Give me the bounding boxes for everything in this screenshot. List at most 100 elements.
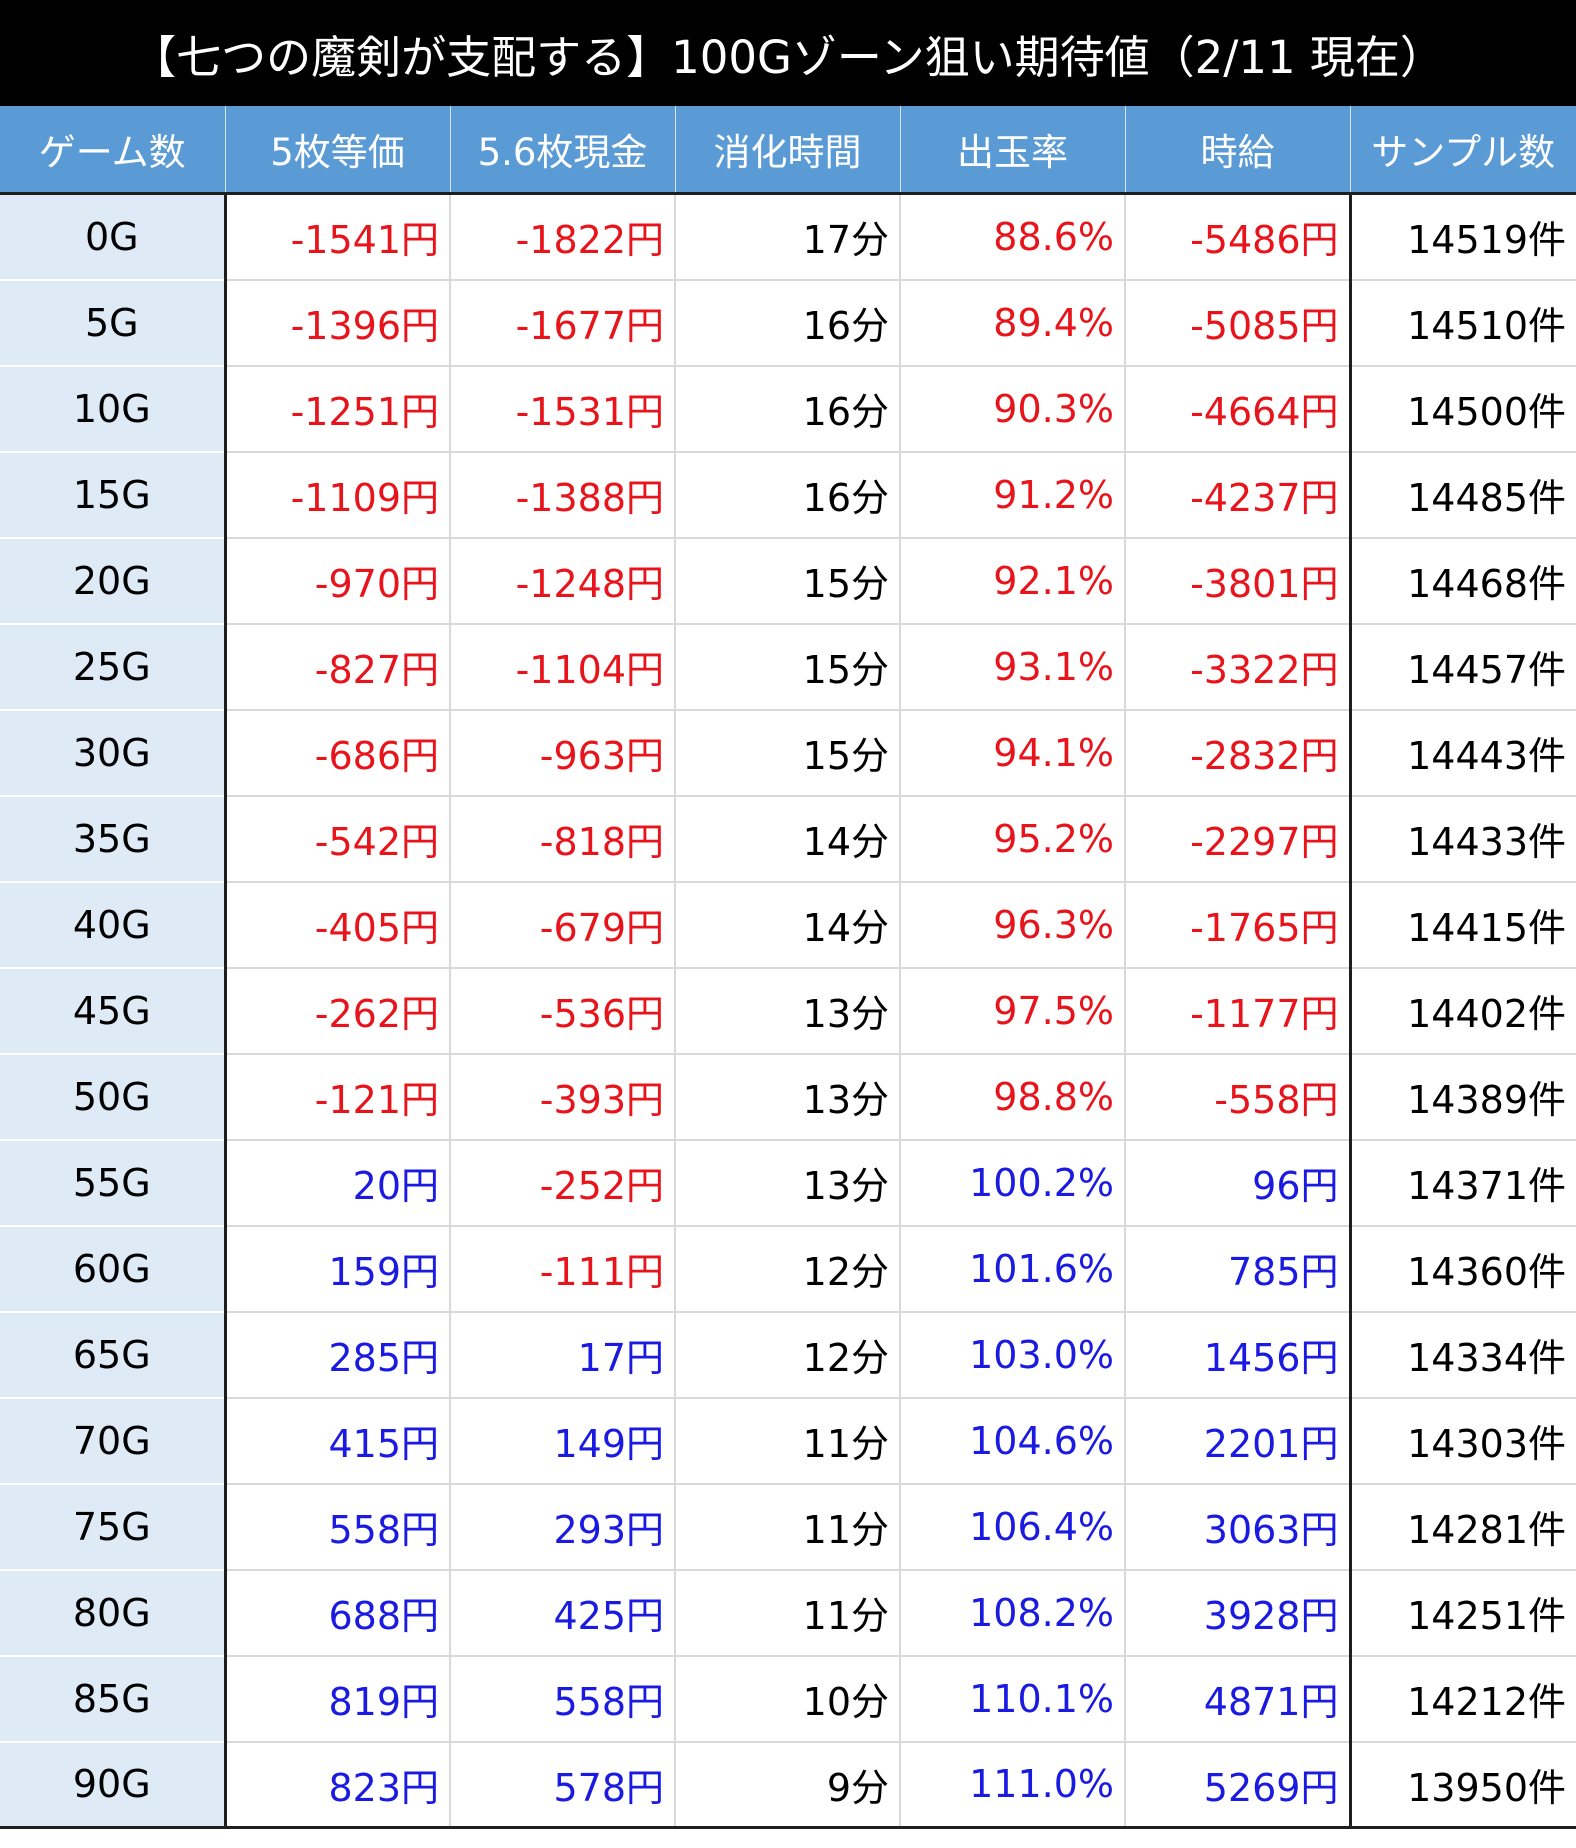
header-5-equivalent: 5枚等価 xyxy=(225,106,451,195)
play-time-cell: 15分 xyxy=(675,709,901,797)
payout-rate-cell: 93.1% xyxy=(900,623,1126,711)
hourly-wage-cell: -1177円 xyxy=(1125,967,1351,1055)
payout-rate-cell: 100.2% xyxy=(900,1139,1126,1227)
payout-rate-cell: 91.2% xyxy=(900,451,1126,539)
eq5-value-cell: 819円 xyxy=(225,1655,451,1743)
header-payout-rate: 出玉率 xyxy=(900,106,1126,195)
sample-count-cell: 14443件 xyxy=(1348,709,1576,797)
hourly-wage-cell: -5085円 xyxy=(1125,279,1351,367)
sample-count-cell: 14500件 xyxy=(1348,365,1576,453)
hourly-wage-cell: -558円 xyxy=(1125,1053,1351,1141)
game-count-cell: 75G xyxy=(0,1483,227,1571)
table-body: 0G -1541円 -1822円 17分 88.6% -5486円 14519件 5G -139… xyxy=(0,193,1576,1829)
eq5-value-cell: -827円 xyxy=(225,623,451,711)
header-sample-count: サンプル数 xyxy=(1350,106,1576,195)
cash56-value-cell: -252円 xyxy=(450,1139,676,1227)
play-time-cell: 12分 xyxy=(675,1311,901,1399)
table-row: 75G 558円 293円 11分 106.4% 3063円 14281件 xyxy=(0,1483,1576,1571)
payout-rate-cell: 94.1% xyxy=(900,709,1126,797)
cash56-value-cell: 149円 xyxy=(450,1397,676,1485)
game-count-cell: 0G xyxy=(0,193,227,281)
sample-count-cell: 14251件 xyxy=(1348,1569,1576,1657)
game-count-cell: 50G xyxy=(0,1053,227,1141)
eq5-value-cell: 688円 xyxy=(225,1569,451,1657)
payout-rate-cell: 92.1% xyxy=(900,537,1126,625)
play-time-cell: 16分 xyxy=(675,451,901,539)
play-time-cell: 17分 xyxy=(675,193,901,281)
sample-count-cell: 14303件 xyxy=(1348,1397,1576,1485)
table-row: 55G 20円 -252円 13分 100.2% 96円 14371件 xyxy=(0,1139,1576,1227)
table-row: 25G -827円 -1104円 15分 93.1% -3322円 14457件 xyxy=(0,623,1576,711)
hourly-wage-cell: 3063円 xyxy=(1125,1483,1351,1571)
eq5-value-cell: -542円 xyxy=(225,795,451,883)
cash56-value-cell: -818円 xyxy=(450,795,676,883)
payout-rate-cell: 110.1% xyxy=(900,1655,1126,1743)
eq5-value-cell: 159円 xyxy=(225,1225,451,1313)
header-5-6-cash: 5.6枚現金 xyxy=(450,106,676,195)
hourly-wage-cell: -3801円 xyxy=(1125,537,1351,625)
hourly-wage-cell: 4871円 xyxy=(1125,1655,1351,1743)
table-row: 65G 285円 17円 12分 103.0% 1456円 14334件 xyxy=(0,1311,1576,1399)
payout-rate-cell: 103.0% xyxy=(900,1311,1126,1399)
hourly-wage-cell: 785円 xyxy=(1125,1225,1351,1313)
game-count-cell: 80G xyxy=(0,1569,227,1657)
sample-count-cell: 14212件 xyxy=(1348,1655,1576,1743)
payout-rate-cell: 111.0% xyxy=(900,1741,1126,1829)
table-row: 20G -970円 -1248円 15分 92.1% -3801円 14468件 xyxy=(0,537,1576,625)
sample-count-cell: 14334件 xyxy=(1348,1311,1576,1399)
hourly-wage-cell: -3322円 xyxy=(1125,623,1351,711)
table-row: 15G -1109円 -1388円 16分 91.2% -4237円 14485件 xyxy=(0,451,1576,539)
play-time-cell: 16分 xyxy=(675,365,901,453)
sample-count-cell: 14510件 xyxy=(1348,279,1576,367)
table-row: 85G 819円 558円 10分 110.1% 4871円 14212件 xyxy=(0,1655,1576,1743)
eq5-value-cell: -970円 xyxy=(225,537,451,625)
table-row: 90G 823円 578円 9分 111.0% 5269円 13950件 xyxy=(0,1741,1576,1829)
table-row: 80G 688円 425円 11分 108.2% 3928円 14251件 xyxy=(0,1569,1576,1657)
game-count-cell: 65G xyxy=(0,1311,227,1399)
hourly-wage-cell: -2832円 xyxy=(1125,709,1351,797)
table-row: 40G -405円 -679円 14分 96.3% -1765円 14415件 xyxy=(0,881,1576,969)
cash56-value-cell: 17円 xyxy=(450,1311,676,1399)
payout-rate-cell: 88.6% xyxy=(900,193,1126,281)
play-time-cell: 16分 xyxy=(675,279,901,367)
cash56-value-cell: -1104円 xyxy=(450,623,676,711)
game-count-cell: 20G xyxy=(0,537,227,625)
cash56-value-cell: -536円 xyxy=(450,967,676,1055)
play-time-cell: 13分 xyxy=(675,967,901,1055)
hourly-wage-cell: -1765円 xyxy=(1125,881,1351,969)
sample-count-cell: 14433件 xyxy=(1348,795,1576,883)
cash56-value-cell: 558円 xyxy=(450,1655,676,1743)
cash56-value-cell: 293円 xyxy=(450,1483,676,1571)
eq5-value-cell: -1396円 xyxy=(225,279,451,367)
sample-count-cell: 14389件 xyxy=(1348,1053,1576,1141)
table-row: 30G -686円 -963円 15分 94.1% -2832円 14443件 xyxy=(0,709,1576,797)
play-time-cell: 11分 xyxy=(675,1397,901,1485)
sample-count-cell: 14415件 xyxy=(1348,881,1576,969)
payout-rate-cell: 106.4% xyxy=(900,1483,1126,1571)
table-row: 35G -542円 -818円 14分 95.2% -2297円 14433件 xyxy=(0,795,1576,883)
cash56-value-cell: -1388円 xyxy=(450,451,676,539)
play-time-cell: 13分 xyxy=(675,1053,901,1141)
cash56-value-cell: 425円 xyxy=(450,1569,676,1657)
hourly-wage-cell: 1456円 xyxy=(1125,1311,1351,1399)
eq5-value-cell: -121円 xyxy=(225,1053,451,1141)
cash56-value-cell: -1822円 xyxy=(450,193,676,281)
game-count-cell: 90G xyxy=(0,1741,227,1829)
eq5-value-cell: -405円 xyxy=(225,881,451,969)
play-time-cell: 13分 xyxy=(675,1139,901,1227)
eq5-value-cell: 415円 xyxy=(225,1397,451,1485)
payout-rate-cell: 98.8% xyxy=(900,1053,1126,1141)
sample-count-cell: 14360件 xyxy=(1348,1225,1576,1313)
eq5-value-cell: -686円 xyxy=(225,709,451,797)
sample-count-cell: 14485件 xyxy=(1348,451,1576,539)
eq5-value-cell: -1109円 xyxy=(225,451,451,539)
sample-count-cell: 14402件 xyxy=(1348,967,1576,1055)
table-row: 60G 159円 -111円 12分 101.6% 785円 14360件 xyxy=(0,1225,1576,1313)
hourly-wage-cell: 96円 xyxy=(1125,1139,1351,1227)
header-game-count: ゲーム数 xyxy=(0,106,226,195)
hourly-wage-cell: -4664円 xyxy=(1125,365,1351,453)
payout-rate-cell: 90.3% xyxy=(900,365,1126,453)
table-row: 0G -1541円 -1822円 17分 88.6% -5486円 14519件 xyxy=(0,193,1576,281)
eq5-value-cell: 558円 xyxy=(225,1483,451,1571)
hourly-wage-cell: 3928円 xyxy=(1125,1569,1351,1657)
